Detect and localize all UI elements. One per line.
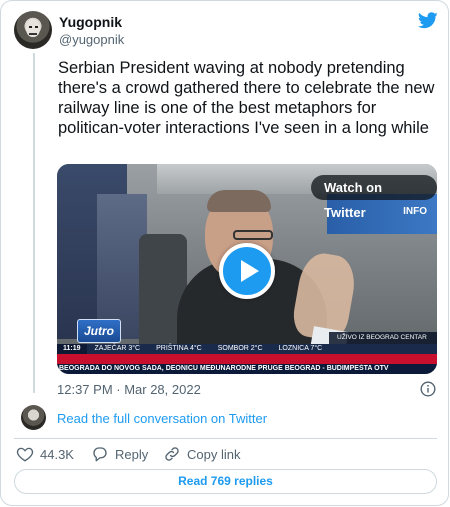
tweet-text: Serbian President waving at nobody prete…	[58, 59, 435, 137]
conversation-avatar	[21, 405, 46, 430]
watch-on-twitter-button[interactable]: Watch on Twitter	[311, 175, 437, 220]
like-button[interactable]: 44.3K	[16, 445, 74, 463]
ticker-weather-item: ZAJEČAR 3°C	[94, 345, 141, 352]
ticker-location: UŽIVO IZ BEOGRAD CENTAR	[329, 332, 437, 344]
ticker-red-bar	[57, 354, 437, 364]
info-icon[interactable]	[420, 381, 436, 397]
ticker-news: BEOGRADA DO NOVOG SADA, DEONICU MEĐUNARO…	[57, 364, 437, 374]
heart-icon	[16, 447, 34, 462]
link-icon	[165, 447, 179, 461]
video-player[interactable]: INFO Jutro UŽIVO IZ BEOGRAD CENTAR 11:19…	[57, 164, 437, 374]
ticker-weather: 11:19 ZAJEČAR 3°C PRIŠTINA 4°C SOMBOR 2°C LO…	[57, 344, 437, 354]
author-display-name[interactable]: Yugopnik	[59, 14, 122, 30]
reply-label: Reply	[115, 446, 149, 462]
ticker-weather-item: PRIŠTINA 4°C	[156, 345, 202, 352]
copy-link-label: Copy link	[187, 446, 241, 462]
train-screen-text: INFO	[403, 206, 427, 217]
read-full-conversation-link[interactable]: Read the full conversation on Twitter	[57, 411, 267, 426]
like-count: 44.3K	[40, 446, 74, 462]
tv-channel-logo: Jutro	[77, 319, 121, 343]
author-handle[interactable]: @yugopnik	[59, 32, 124, 47]
author-avatar[interactable]	[14, 11, 52, 49]
tweet-timestamp[interactable]: 12:37 PM · Mar 28, 2022	[57, 382, 201, 397]
ticker-weather-item: SOMBOR 2°C	[217, 345, 263, 352]
ticker-weather-item: LOZNICA 7°C	[278, 345, 323, 352]
reply-icon	[93, 447, 107, 462]
tweet-card: Yugopnik @yugopnik Serbian President wav…	[0, 0, 449, 506]
ticker-time: 11:19	[57, 344, 87, 354]
twitter-bird-icon[interactable]	[418, 12, 438, 29]
copy-link-button[interactable]: Copy link	[163, 445, 240, 463]
divider	[14, 438, 437, 439]
reply-button[interactable]: Reply	[91, 445, 148, 463]
read-replies-button[interactable]: Read 769 replies	[14, 469, 437, 494]
play-icon[interactable]	[219, 243, 275, 299]
thread-line	[33, 53, 35, 393]
